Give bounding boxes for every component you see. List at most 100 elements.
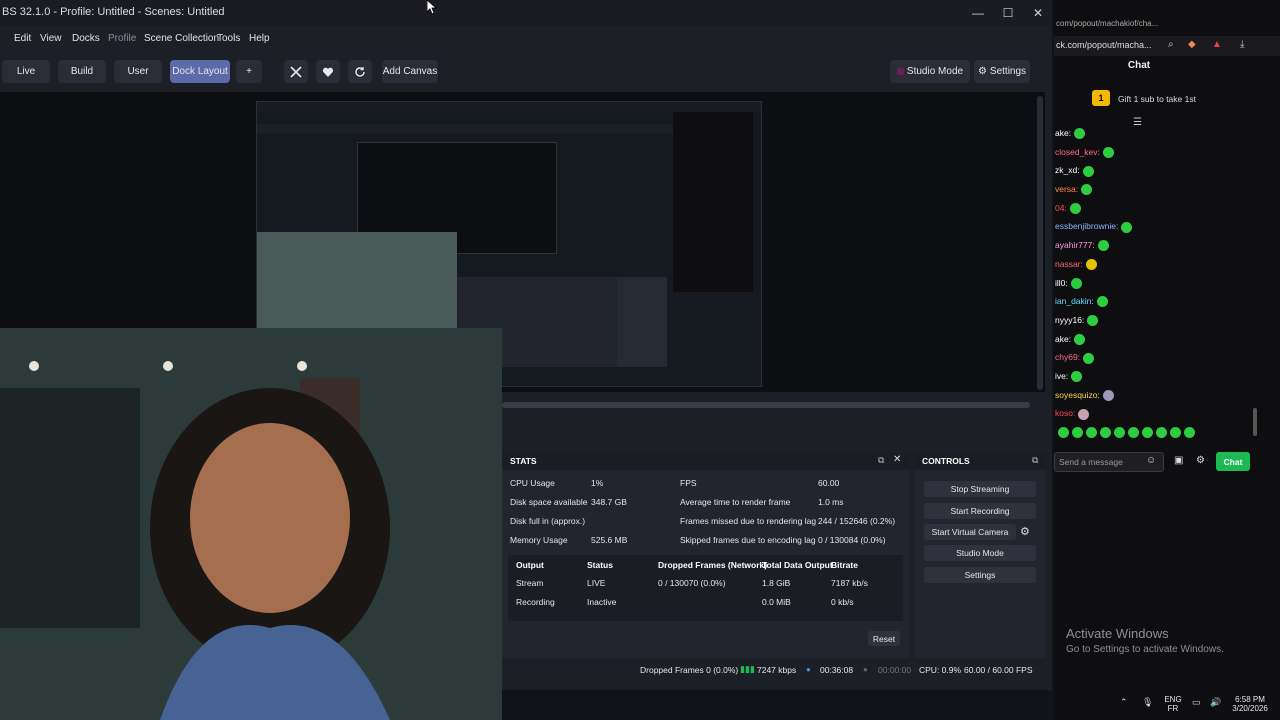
language-primary: ENG bbox=[1164, 695, 1182, 704]
chat-username[interactable]: 04: bbox=[1055, 203, 1067, 213]
add-layout-button[interactable]: + bbox=[236, 60, 262, 83]
emote-icon bbox=[1102, 389, 1114, 401]
pinned-icon[interactable]: ☰ bbox=[1133, 117, 1142, 128]
extension-icon[interactable]: ◆ bbox=[1188, 39, 1196, 50]
gift-icon: 1 bbox=[1092, 90, 1110, 106]
language-indicator[interactable]: ENG FR bbox=[1160, 695, 1186, 713]
stat-label: Disk space available bbox=[510, 497, 588, 507]
chat-username[interactable]: versa: bbox=[1055, 184, 1078, 194]
record-icon: ● bbox=[863, 665, 868, 674]
tab-url[interactable]: com/popout/machakiof/cha... bbox=[1056, 19, 1158, 28]
menu-help[interactable]: Help bbox=[249, 33, 270, 44]
start-recording-button[interactable]: Start Recording bbox=[924, 503, 1036, 519]
chat-username[interactable]: chy69: bbox=[1055, 352, 1080, 362]
close-button[interactable]: ✕ bbox=[1028, 4, 1048, 22]
undock-icon[interactable]: ⧉ bbox=[878, 455, 884, 466]
search-icon[interactable]: ⌕ bbox=[1168, 39, 1174, 50]
maximize-button[interactable]: ☐ bbox=[998, 4, 1018, 22]
address-bar[interactable]: ck.com/popout/macha... ⌕ ◆ ▲ ⤓ bbox=[1054, 36, 1280, 56]
stat-label: Memory Usage bbox=[510, 535, 568, 545]
emote-icon bbox=[1058, 427, 1069, 439]
add-canvas-button[interactable]: Add Canvas bbox=[382, 60, 438, 83]
chat-username[interactable]: nyyy16: bbox=[1055, 315, 1084, 325]
chat-username[interactable]: essbenjibrownie: bbox=[1055, 221, 1118, 231]
stat-label: FPS bbox=[680, 478, 697, 488]
menu-profile[interactable]: Profile bbox=[108, 33, 136, 44]
emoji-icon[interactable]: ☺ bbox=[1146, 455, 1156, 466]
table-header: Dropped Frames (Network) bbox=[658, 560, 768, 570]
heart-icon[interactable] bbox=[316, 60, 340, 83]
menu-view[interactable]: View bbox=[40, 33, 62, 44]
undock-icon[interactable]: ⧉ bbox=[1032, 455, 1038, 466]
emote-icon bbox=[1085, 259, 1097, 271]
settings-button[interactable]: ⚙ Settings bbox=[974, 60, 1030, 83]
chat-username[interactable]: ill0: bbox=[1055, 278, 1068, 288]
chat-message: ayahir777: bbox=[1055, 240, 1215, 259]
refresh-icon[interactable] bbox=[348, 60, 372, 83]
gift-box-icon[interactable]: ▣ bbox=[1174, 455, 1183, 466]
chat-scrollbar[interactable] bbox=[1253, 408, 1257, 436]
clock[interactable]: 6:58 PM 3/20/2026 bbox=[1226, 695, 1274, 713]
stat-value: 244 / 152646 (0.2%) bbox=[818, 516, 896, 526]
menu-docks[interactable]: Docks bbox=[72, 33, 100, 44]
emote-icon bbox=[1170, 427, 1181, 439]
gift-text[interactable]: Gift 1 sub to take 1st bbox=[1118, 94, 1196, 104]
gear-icon[interactable]: ⚙ bbox=[1196, 455, 1205, 466]
dropped-frames: Dropped Frames 0 (0.0%) bbox=[640, 665, 739, 675]
download-icon[interactable]: ⤓ bbox=[1240, 39, 1244, 50]
menu-edit[interactable]: Edit bbox=[14, 33, 31, 44]
chat-username[interactable]: koso: bbox=[1055, 408, 1075, 418]
chat-username[interactable]: ake: bbox=[1055, 128, 1071, 138]
chevron-up-icon[interactable]: ⌃ bbox=[1120, 697, 1128, 708]
chat-send-button[interactable]: Chat bbox=[1216, 452, 1250, 471]
close-icon[interactable]: ✕ bbox=[893, 454, 901, 465]
microphone-icon[interactable]: 🎙 bbox=[1142, 697, 1153, 708]
chat-username[interactable]: nassar: bbox=[1055, 259, 1083, 269]
network-icon[interactable]: ▭ bbox=[1192, 697, 1201, 708]
chat-username[interactable]: ayahir777: bbox=[1055, 240, 1095, 250]
gear-icon[interactable]: ⚙ bbox=[1020, 525, 1030, 538]
volume-icon[interactable]: 🔊 bbox=[1210, 697, 1221, 708]
emote-icon bbox=[1078, 408, 1090, 420]
chat-message: soyesquizo: bbox=[1055, 390, 1215, 409]
chat-username[interactable]: ake: bbox=[1055, 334, 1071, 344]
table-header: Status bbox=[587, 560, 613, 570]
rec-time: 00:00:00 bbox=[878, 665, 912, 675]
chat-username[interactable]: soyesquizo: bbox=[1055, 390, 1100, 400]
chat-message: closed_kev: bbox=[1055, 147, 1215, 166]
user-button[interactable]: User bbox=[114, 60, 162, 83]
alert-icon[interactable]: ▲ bbox=[1212, 39, 1222, 50]
table-cell: Recording bbox=[516, 597, 555, 607]
url-text[interactable]: ck.com/popout/macha... bbox=[1056, 40, 1152, 50]
studio-mode-button[interactable]: Studio Mode bbox=[890, 60, 970, 83]
live-button[interactable]: Live bbox=[2, 60, 50, 83]
build-button[interactable]: Build bbox=[58, 60, 106, 83]
window-title: BS 32.1.0 - Profile: Untitled - Scenes: … bbox=[2, 6, 225, 18]
cpu-usage: CPU: 0.9% bbox=[919, 665, 962, 675]
chat-username[interactable]: ive: bbox=[1055, 371, 1068, 381]
chat-username[interactable]: closed_kev: bbox=[1055, 147, 1100, 157]
preview-horizontal-scrollbar[interactable] bbox=[502, 402, 1030, 408]
studio-mode-button[interactable]: Studio Mode bbox=[924, 545, 1036, 561]
stream-icon: ● bbox=[806, 665, 811, 674]
chat-username[interactable]: ian_dakin: bbox=[1055, 296, 1094, 306]
preview-vertical-scrollbar[interactable] bbox=[1037, 96, 1043, 390]
stop-streaming-button[interactable]: Stop Streaming bbox=[924, 481, 1036, 497]
emote-icon bbox=[1156, 427, 1167, 439]
chat-messages: ake: closed_kev: zk_xd: versa: 04: essbe… bbox=[1055, 128, 1215, 441]
clock-time: 6:58 PM bbox=[1235, 695, 1265, 704]
menu-tools[interactable]: Tools bbox=[217, 33, 240, 44]
minimize-button[interactable]: — bbox=[968, 4, 988, 22]
studio-mode-icon bbox=[896, 68, 904, 75]
studio-mode-label: Studio Mode bbox=[906, 66, 964, 77]
gear-icon: ⚙ bbox=[977, 66, 987, 77]
chat-username[interactable]: zk_xd: bbox=[1055, 165, 1080, 175]
emote-icon bbox=[1072, 427, 1083, 439]
tools-icon[interactable] bbox=[284, 60, 308, 83]
reset-button[interactable]: Reset bbox=[868, 631, 900, 646]
stat-label: Skipped frames due to encoding lag bbox=[680, 535, 816, 545]
settings-button[interactable]: Settings bbox=[924, 567, 1036, 583]
start-virtual-camera-button[interactable]: Start Virtual Camera bbox=[924, 524, 1016, 540]
menu-scene-collection[interactable]: Scene Collection bbox=[144, 33, 219, 44]
dock-layout-button[interactable]: Dock Layout bbox=[170, 60, 230, 83]
